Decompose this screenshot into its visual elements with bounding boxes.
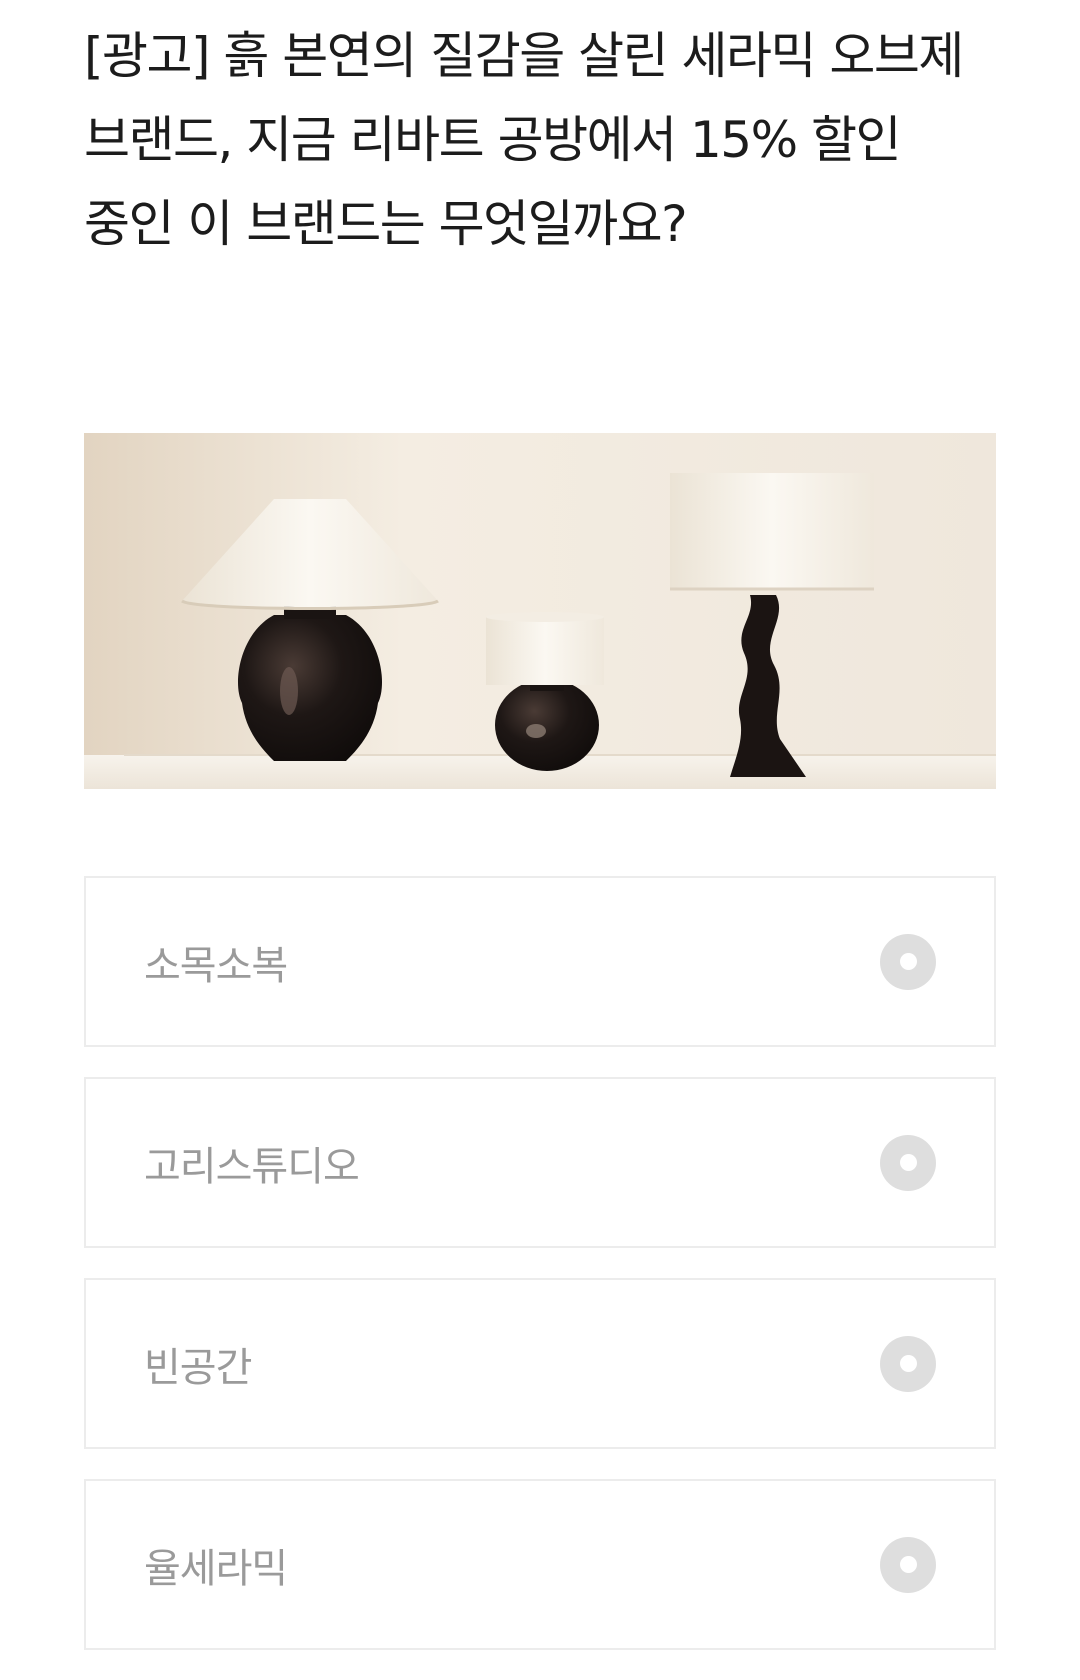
radio-icon[interactable]: [880, 933, 936, 990]
radio-dot: [899, 1556, 917, 1573]
answer-option-label: 빈공간: [144, 1344, 252, 1391]
answer-option-2[interactable]: 고리스튜디오: [84, 1077, 996, 1248]
answer-options: 소목소복 고리스튜디오 빈공간 율세라믹: [84, 876, 996, 1680]
radio-dot: [899, 953, 917, 970]
radio-dot: [899, 1154, 917, 1171]
radio-dot: [899, 1355, 917, 1372]
answer-option-3[interactable]: 빈공간: [84, 1278, 996, 1449]
radio-icon[interactable]: [880, 1536, 936, 1593]
product-image: [84, 433, 996, 789]
answer-option-1[interactable]: 소목소복: [84, 876, 996, 1047]
answer-option-label: 고리스튜디오: [144, 1143, 360, 1190]
radio-icon[interactable]: [880, 1335, 936, 1392]
quiz-question: [광고] 흙 본연의 질감을 살린 세라믹 오브제 브랜드, 지금 리바트 공방…: [84, 27, 964, 253]
radio-icon[interactable]: [880, 1134, 936, 1191]
answer-option-4[interactable]: 율세라믹: [84, 1479, 996, 1650]
answer-option-label: 소목소복: [144, 942, 288, 989]
answer-option-label: 율세라믹: [144, 1545, 288, 1592]
